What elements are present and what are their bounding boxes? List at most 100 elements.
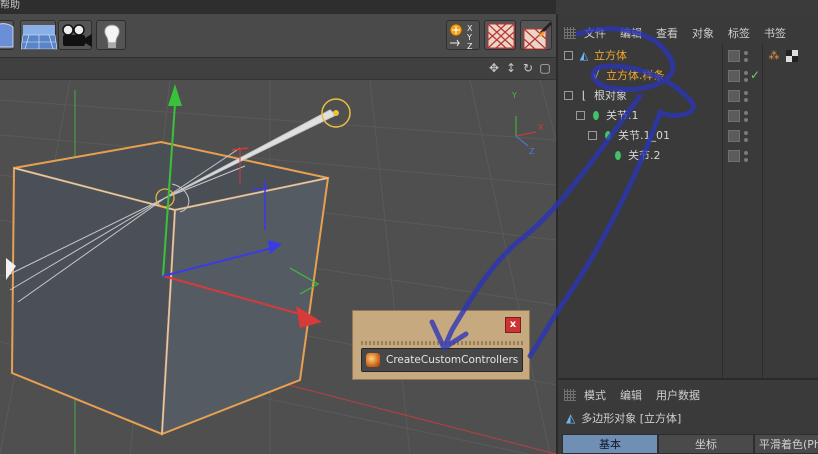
visibility-dot-icon[interactable] [744, 131, 748, 135]
om-menu-bookmarks[interactable]: 书签 [764, 25, 786, 41]
render-dot-icon[interactable] [744, 118, 748, 122]
sky-tool-button[interactable] [0, 20, 14, 50]
tree-row-cube[interactable]: ◭ 立方体 ⁂ [558, 46, 818, 66]
render-dot-icon[interactable] [744, 78, 748, 82]
close-button[interactable]: x [505, 317, 521, 333]
tab-phong[interactable]: 平滑着色(Pho [754, 434, 818, 454]
expand-toggle-icon[interactable] [576, 111, 585, 120]
texture-tag-icon[interactable] [786, 49, 798, 63]
om-menu-edit[interactable]: 编辑 [620, 25, 642, 41]
om-menu-tags[interactable]: 标签 [728, 25, 750, 41]
render-dot-icon[interactable] [744, 58, 748, 62]
attribute-title: ◭ 多边形对象 [立方体] [566, 410, 681, 426]
joint-tag-icon[interactable]: ⁂ [768, 49, 780, 63]
joint-icon: ⬮ [592, 109, 600, 122]
pan-icon[interactable]: ✥ [487, 61, 501, 75]
tree-row-cube-spline[interactable]: √ 立方体.样条 ✓ [558, 66, 818, 86]
axis-label-x: X [538, 123, 544, 132]
om-menu-file[interactable]: 文件 [584, 25, 606, 41]
tree-item-label: 根对象 [594, 89, 627, 102]
toolbar-left [0, 14, 132, 58]
tree-item-label: 关节.2 [628, 149, 661, 162]
panel-grip-icon[interactable] [564, 389, 576, 401]
rotate-icon[interactable]: ↻ [521, 61, 535, 75]
drag-handle[interactable] [361, 341, 523, 345]
end-joint-dot[interactable] [333, 110, 339, 116]
maximize-icon[interactable]: ▢ [538, 61, 552, 75]
render-region-button[interactable] [484, 20, 516, 50]
tab-basic[interactable]: 基本 [562, 434, 658, 454]
axis-indicator: Y X Z [511, 91, 544, 156]
layer-toggle-icon[interactable] [728, 110, 740, 122]
expand-toggle-icon[interactable] [588, 131, 597, 140]
camera-tool-button[interactable] [58, 20, 92, 50]
checker-mesh-icon [487, 23, 515, 49]
expand-toggle-icon[interactable] [564, 51, 573, 60]
python-script-icon [366, 353, 380, 367]
lightbulb-icon [104, 24, 120, 48]
expand-toggle-icon[interactable] [564, 91, 573, 100]
viewport-nav: ✥ ↕ ↻ ▢ [487, 61, 552, 75]
visibility-dot-icon[interactable] [744, 91, 748, 95]
layer-toggle-icon[interactable] [728, 50, 740, 62]
tree-item-label: 立方体.样条 [606, 69, 665, 82]
layer-toggle-icon[interactable] [728, 70, 740, 82]
attribute-tabs: 基本 坐标 平滑着色(Pho [562, 434, 818, 454]
menu-help[interactable]: 帮助 [0, 0, 20, 12]
visibility-dot-icon[interactable] [744, 111, 748, 115]
tree-row-root[interactable]: ⌊ 根对象 [558, 86, 818, 106]
visibility-dot-icon[interactable] [744, 71, 748, 75]
viewport-header: ✥ ↕ ↻ ▢ [0, 58, 556, 80]
om-menu-view[interactable]: 查看 [656, 25, 678, 41]
tab-coordinates[interactable]: 坐标 [658, 434, 754, 454]
tree-row-joint-2[interactable]: ⬮ 关节.2 [558, 146, 818, 166]
floor-icon [20, 25, 58, 50]
panel-grip-icon[interactable] [564, 27, 576, 39]
sky-icon [0, 23, 14, 48]
create-custom-controllers-button[interactable]: CreateCustomControllers [361, 348, 523, 372]
tree-row-joint-1[interactable]: ⬮ 关节.1 [558, 106, 818, 126]
visibility-dot-icon[interactable] [744, 151, 748, 155]
layer-toggle-icon[interactable] [728, 130, 740, 142]
enabled-check-icon[interactable]: ✓ [750, 68, 760, 82]
render-dot-icon[interactable] [744, 138, 748, 142]
attribute-manager: 模式 编辑 用户数据 ◭ 多边形对象 [立方体] 基本 坐标 平滑着色(Pho [556, 378, 818, 454]
am-menu-mode[interactable]: 模式 [584, 387, 606, 403]
menubar: 帮助 [0, 0, 556, 14]
axis-label-y: Y [511, 91, 517, 100]
object-tree: ◭ 立方体 ⁂ √ 立方体.样条 ✓ ⌊ 根对象 ⬮ 关节.1 ⬮ 关节.1_0… [558, 44, 818, 378]
spline-icon: √ [592, 69, 600, 82]
y-arrow-icon[interactable] [168, 84, 182, 106]
joint-icon: ⬮ [604, 129, 612, 142]
render-dot-icon[interactable] [744, 98, 748, 102]
am-menu-userdata[interactable]: 用户数据 [656, 387, 700, 403]
create-custom-controllers-label: CreateCustomControllers [386, 354, 519, 366]
3d-viewport[interactable]: ✥ ↕ ↻ ▢ Y X Z [0, 58, 556, 454]
cinema4d-window: 帮助 X Y Z ✥ ↕ ↻ ▢ Y X Z 文件 编辑 查看 对象 标签 书签… [0, 0, 818, 454]
svg-text:Z: Z [467, 42, 473, 51]
layer-toggle-icon[interactable] [728, 90, 740, 102]
tree-item-label: 立方体 [594, 49, 627, 62]
camera-icon [62, 24, 92, 47]
paint-mesh-button[interactable] [520, 20, 553, 50]
object-manager: 文件 编辑 查看 对象 标签 书签 ◭ 立方体 ⁂ √ 立方体.样条 ✓ ⌊ 根… [556, 14, 818, 378]
light-tool-button[interactable] [96, 20, 126, 50]
tree-item-label: 关节.1 [606, 109, 639, 122]
dolly-icon[interactable]: ↕ [504, 61, 518, 75]
svg-text:Y: Y [466, 33, 472, 42]
om-menu-objects[interactable]: 对象 [692, 25, 714, 41]
move-xyz-button[interactable]: X Y Z [446, 20, 480, 51]
toolbar-right: X Y Z [132, 14, 556, 58]
joint-icon: ⬮ [614, 149, 622, 162]
layer-toggle-icon[interactable] [728, 150, 740, 162]
attribute-manager-menu: 模式 编辑 用户数据 [558, 384, 714, 406]
move-xyz-icon: X Y Z [449, 23, 473, 51]
visibility-dot-icon[interactable] [744, 51, 748, 55]
joint-root-icon: ⌊ [581, 89, 587, 102]
paint-brush-icon [523, 21, 553, 50]
tree-row-joint-1-01[interactable]: ⬮ 关节.1_01 [558, 126, 818, 146]
script-palette-dialog[interactable]: x CreateCustomControllers [352, 310, 530, 380]
render-dot-icon[interactable] [744, 158, 748, 162]
am-menu-edit[interactable]: 编辑 [620, 387, 642, 403]
floor-tool-button[interactable] [20, 20, 58, 50]
